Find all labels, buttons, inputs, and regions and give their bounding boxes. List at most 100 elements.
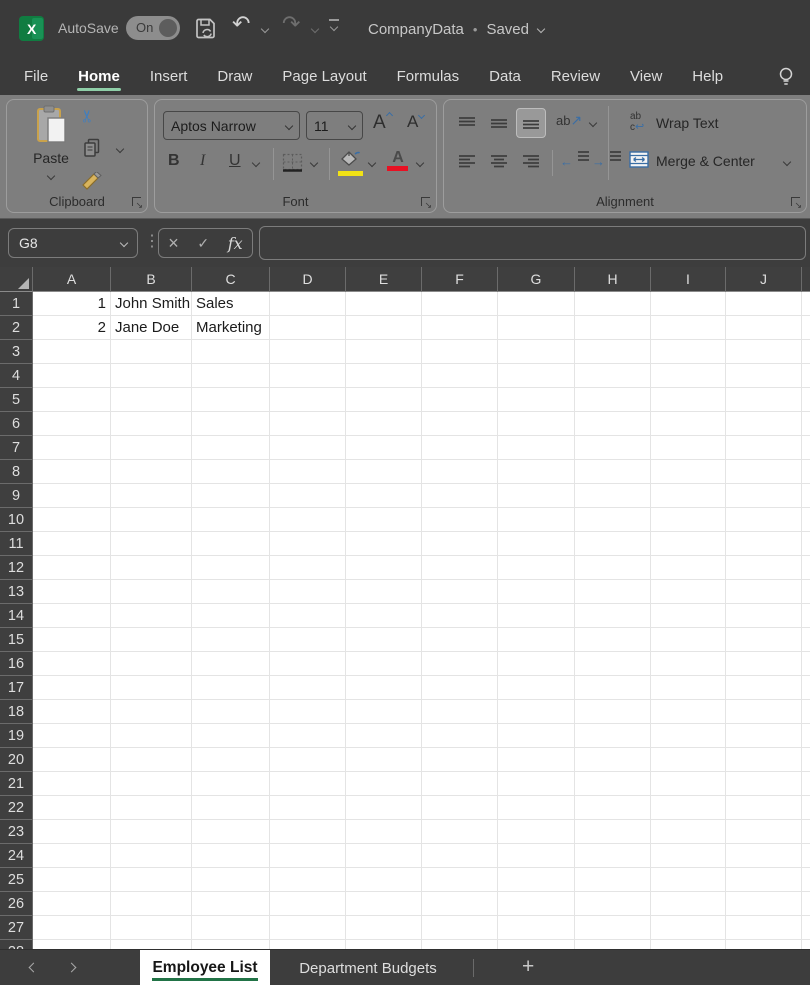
cell-partial[interactable] <box>802 532 810 556</box>
cell-D18[interactable] <box>270 700 346 724</box>
cell-partial[interactable] <box>802 340 810 364</box>
cell-C3[interactable] <box>192 340 270 364</box>
cell-partial[interactable] <box>802 436 810 460</box>
enter-button[interactable]: ✓ <box>197 235 209 252</box>
cell-H5[interactable] <box>575 388 651 412</box>
cell-H26[interactable] <box>575 892 651 916</box>
cell-partial[interactable] <box>802 460 810 484</box>
cell-B27[interactable] <box>111 916 192 940</box>
cell-I22[interactable] <box>651 796 726 820</box>
cell-G4[interactable] <box>498 364 575 388</box>
column-header-partial[interactable] <box>802 267 810 292</box>
cell-I11[interactable] <box>651 532 726 556</box>
cell-F8[interactable] <box>422 460 498 484</box>
undo-icon[interactable]: ↶ <box>232 11 250 37</box>
cell-A6[interactable] <box>33 412 111 436</box>
cell-partial[interactable] <box>802 484 810 508</box>
cell-E18[interactable] <box>346 700 422 724</box>
cell-J8[interactable] <box>726 460 802 484</box>
cell-G22[interactable] <box>498 796 575 820</box>
column-header-H[interactable]: H <box>575 267 651 292</box>
cell-E22[interactable] <box>346 796 422 820</box>
underline-button[interactable]: U <box>229 152 241 170</box>
copy-icon[interactable] <box>83 138 101 158</box>
cell-D17[interactable] <box>270 676 346 700</box>
cell-H12[interactable] <box>575 556 651 580</box>
align-left-button[interactable] <box>452 146 482 176</box>
cell-partial[interactable] <box>802 580 810 604</box>
menu-tab-help[interactable]: Help <box>692 58 723 95</box>
cell-C8[interactable] <box>192 460 270 484</box>
font-size-combobox[interactable]: 11 <box>306 111 363 140</box>
copy-dropdown-icon[interactable] <box>116 145 124 153</box>
cell-A4[interactable] <box>33 364 111 388</box>
cell-partial[interactable] <box>802 772 810 796</box>
font-dialog-launcher-icon[interactable]: ↘ <box>421 197 430 206</box>
row-header-13[interactable]: 13 <box>0 580 33 604</box>
cell-H3[interactable] <box>575 340 651 364</box>
cell-D26[interactable] <box>270 892 346 916</box>
cell-I13[interactable] <box>651 580 726 604</box>
cell-J9[interactable] <box>726 484 802 508</box>
row-header-19[interactable]: 19 <box>0 724 33 748</box>
cell-G26[interactable] <box>498 892 575 916</box>
cell-E19[interactable] <box>346 724 422 748</box>
cell-E15[interactable] <box>346 628 422 652</box>
cell-F19[interactable] <box>422 724 498 748</box>
cell-J16[interactable] <box>726 652 802 676</box>
cell-B12[interactable] <box>111 556 192 580</box>
row-header-4[interactable]: 4 <box>0 364 33 388</box>
cell-J15[interactable] <box>726 628 802 652</box>
cell-D4[interactable] <box>270 364 346 388</box>
cell-C28[interactable] <box>192 940 270 949</box>
save-icon[interactable] <box>194 17 218 41</box>
cell-A14[interactable] <box>33 604 111 628</box>
cell-H27[interactable] <box>575 916 651 940</box>
cell-D24[interactable] <box>270 844 346 868</box>
document-title-group[interactable]: CompanyData • Saved <box>368 0 544 58</box>
cell-D20[interactable] <box>270 748 346 772</box>
cell-E21[interactable] <box>346 772 422 796</box>
cell-B3[interactable] <box>111 340 192 364</box>
row-header-27[interactable]: 27 <box>0 916 33 940</box>
cell-I15[interactable] <box>651 628 726 652</box>
column-header-B[interactable]: B <box>111 267 192 292</box>
cell-E27[interactable] <box>346 916 422 940</box>
menu-tab-insert[interactable]: Insert <box>150 58 188 95</box>
top-align-button[interactable] <box>452 108 482 138</box>
cell-A22[interactable] <box>33 796 111 820</box>
cell-I8[interactable] <box>651 460 726 484</box>
cell-G14[interactable] <box>498 604 575 628</box>
row-header-7[interactable]: 7 <box>0 436 33 460</box>
cell-J17[interactable] <box>726 676 802 700</box>
cell-C9[interactable] <box>192 484 270 508</box>
menu-tab-home[interactable]: Home <box>78 58 120 95</box>
cell-F9[interactable] <box>422 484 498 508</box>
cell-I9[interactable] <box>651 484 726 508</box>
cell-J5[interactable] <box>726 388 802 412</box>
cell-F3[interactable] <box>422 340 498 364</box>
cell-I3[interactable] <box>651 340 726 364</box>
cell-G20[interactable] <box>498 748 575 772</box>
cell-C13[interactable] <box>192 580 270 604</box>
cell-B2[interactable]: Jane Doe <box>111 316 192 340</box>
row-header-11[interactable]: 11 <box>0 532 33 556</box>
cell-G24[interactable] <box>498 844 575 868</box>
cell-D23[interactable] <box>270 820 346 844</box>
cell-D25[interactable] <box>270 868 346 892</box>
cell-H15[interactable] <box>575 628 651 652</box>
cell-B6[interactable] <box>111 412 192 436</box>
fill-color-button[interactable] <box>338 150 366 176</box>
row-header-20[interactable]: 20 <box>0 748 33 772</box>
column-header-F[interactable]: F <box>422 267 498 292</box>
row-header-9[interactable]: 9 <box>0 484 33 508</box>
menu-tab-formulas[interactable]: Formulas <box>397 58 460 95</box>
cell-H20[interactable] <box>575 748 651 772</box>
cell-H18[interactable] <box>575 700 651 724</box>
cell-E3[interactable] <box>346 340 422 364</box>
cell-H21[interactable] <box>575 772 651 796</box>
cell-H4[interactable] <box>575 364 651 388</box>
column-header-J[interactable]: J <box>726 267 802 292</box>
row-header-26[interactable]: 26 <box>0 892 33 916</box>
underline-dropdown-icon[interactable] <box>252 159 260 167</box>
